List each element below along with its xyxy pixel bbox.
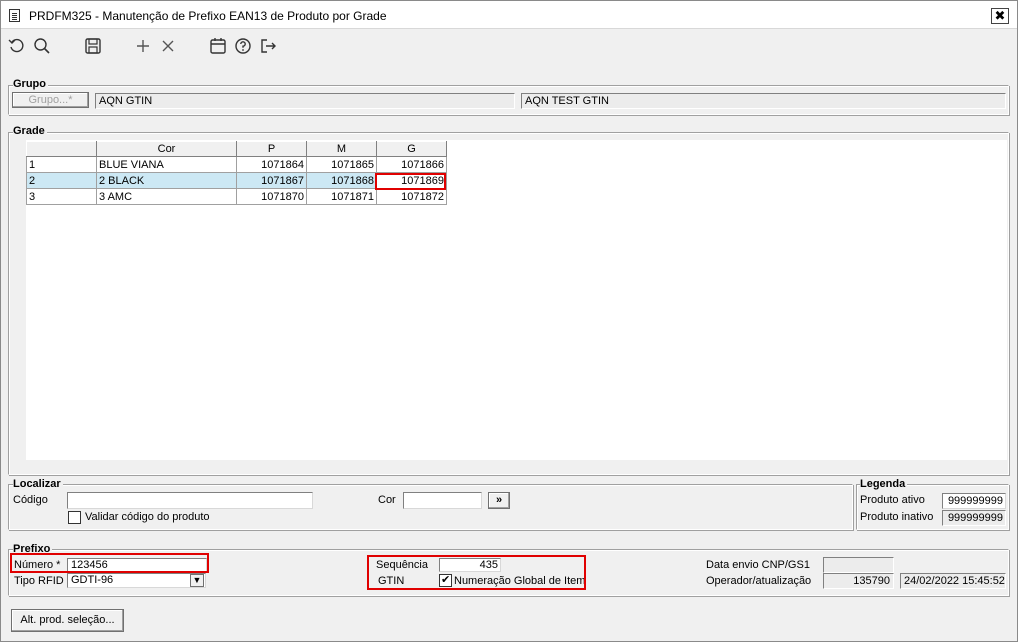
cell-m[interactable]: 1071871 (306, 188, 377, 205)
col-header-index (26, 141, 97, 157)
grade-title: Grade (13, 125, 47, 137)
legenda-title: Legenda (860, 478, 908, 490)
cell-p[interactable]: 1071864 (236, 156, 307, 173)
codigo-label: Código (13, 494, 48, 506)
grade-header-row: Cor P M G (26, 141, 447, 157)
tipo-rfid-select[interactable]: GDTI-96 (67, 573, 206, 588)
table-row[interactable]: 3 3 AMC 1071870 1071871 1071872 (26, 188, 447, 205)
grade-table: Cor P M G 1 BLUE VIANA 1071864 1071865 1… (26, 141, 447, 205)
cell-index[interactable]: 1 (26, 156, 97, 173)
grupo-button[interactable]: Grupo...* (12, 92, 89, 108)
cell-cor[interactable]: 3 AMC (96, 188, 237, 205)
data-envio-field (823, 557, 894, 573)
data-envio-label: Data envio CNP/GS1 (706, 559, 810, 571)
cor-label: Cor (378, 494, 396, 506)
alt-prod-selecao-button[interactable]: Alt. prod. seleção... (11, 609, 124, 632)
produto-inativo-label: Produto inativo (860, 511, 934, 523)
produto-ativo-sample: 999999999 (942, 493, 1006, 509)
delete-icon[interactable] (158, 36, 178, 56)
prefixo-title: Prefixo (13, 543, 53, 555)
save-icon[interactable] (83, 36, 103, 56)
table-row-selected[interactable]: 2 2 BLACK 1071867 1071868 1071869 (26, 172, 447, 189)
tipo-rfid-label: Tipo RFID (14, 575, 64, 587)
atualizacao-field: 24/02/2022 15:45:52 (900, 573, 1006, 589)
operador-field: 135790 (823, 573, 894, 589)
cell-p[interactable]: 1071867 (236, 172, 307, 189)
gtin-check-label: Numeração Global de Item (454, 575, 586, 587)
grupo-title: Grupo (13, 78, 48, 90)
produto-inativo-sample: 999999999 (942, 510, 1006, 526)
col-header-cor[interactable]: Cor (96, 141, 237, 157)
gtin-checkbox[interactable] (439, 573, 452, 587)
close-button[interactable]: ✖ (991, 8, 1009, 24)
cell-index[interactable]: 3 (26, 188, 97, 205)
add-icon[interactable] (133, 36, 153, 56)
grupo-value-field: AQN GTIN (95, 93, 515, 109)
col-header-p[interactable]: P (236, 141, 307, 157)
col-header-m[interactable]: M (306, 141, 377, 157)
cell-cor[interactable]: BLUE VIANA (96, 156, 237, 173)
chevron-down-icon[interactable]: ▼ (190, 574, 204, 587)
cor-search-button[interactable]: » (488, 492, 510, 509)
numero-label: Número * (14, 559, 61, 571)
table-row[interactable]: 1 BLUE VIANA 1071864 1071865 1071866 (26, 156, 447, 173)
sequencia-input[interactable]: 435 (439, 558, 501, 572)
cell-cor[interactable]: 2 BLACK (96, 172, 237, 189)
validar-checkbox[interactable] (68, 511, 81, 524)
cell-m[interactable]: 1071865 (306, 156, 377, 173)
codigo-input[interactable] (67, 492, 313, 509)
produto-ativo-label: Produto ativo (860, 494, 925, 506)
refresh-icon[interactable] (7, 36, 27, 56)
sequencia-label: Sequência (376, 559, 428, 571)
operador-label: Operador/atualização (706, 575, 812, 587)
cell-p[interactable]: 1071870 (236, 188, 307, 205)
toolbar (1, 30, 1017, 62)
document-icon (9, 9, 20, 22)
title-bar: PRDFM325 - Manutenção de Prefixo EAN13 d… (1, 1, 1017, 29)
cell-index[interactable]: 2 (26, 172, 97, 189)
localizar-title: Localizar (13, 478, 63, 490)
gtin-label: GTIN (378, 575, 405, 587)
help-icon[interactable] (233, 36, 253, 56)
cor-input[interactable] (403, 492, 482, 509)
main-window: PRDFM325 - Manutenção de Prefixo EAN13 d… (0, 0, 1018, 642)
search-icon[interactable] (32, 36, 52, 56)
cell-g[interactable]: 1071866 (376, 156, 447, 173)
calendar-icon[interactable] (208, 36, 228, 56)
grupo-description-field: AQN TEST GTIN (521, 93, 1006, 109)
cell-g[interactable]: 1071872 (376, 188, 447, 205)
cell-g-focused[interactable]: 1071869 (376, 172, 447, 189)
exit-icon[interactable] (258, 36, 278, 56)
col-header-g[interactable]: G (376, 141, 447, 157)
cell-m[interactable]: 1071868 (306, 172, 377, 189)
numero-input[interactable]: 123456 (67, 558, 207, 573)
window-title: PRDFM325 - Manutenção de Prefixo EAN13 d… (29, 9, 387, 23)
validar-label: Validar código do produto (85, 511, 210, 523)
